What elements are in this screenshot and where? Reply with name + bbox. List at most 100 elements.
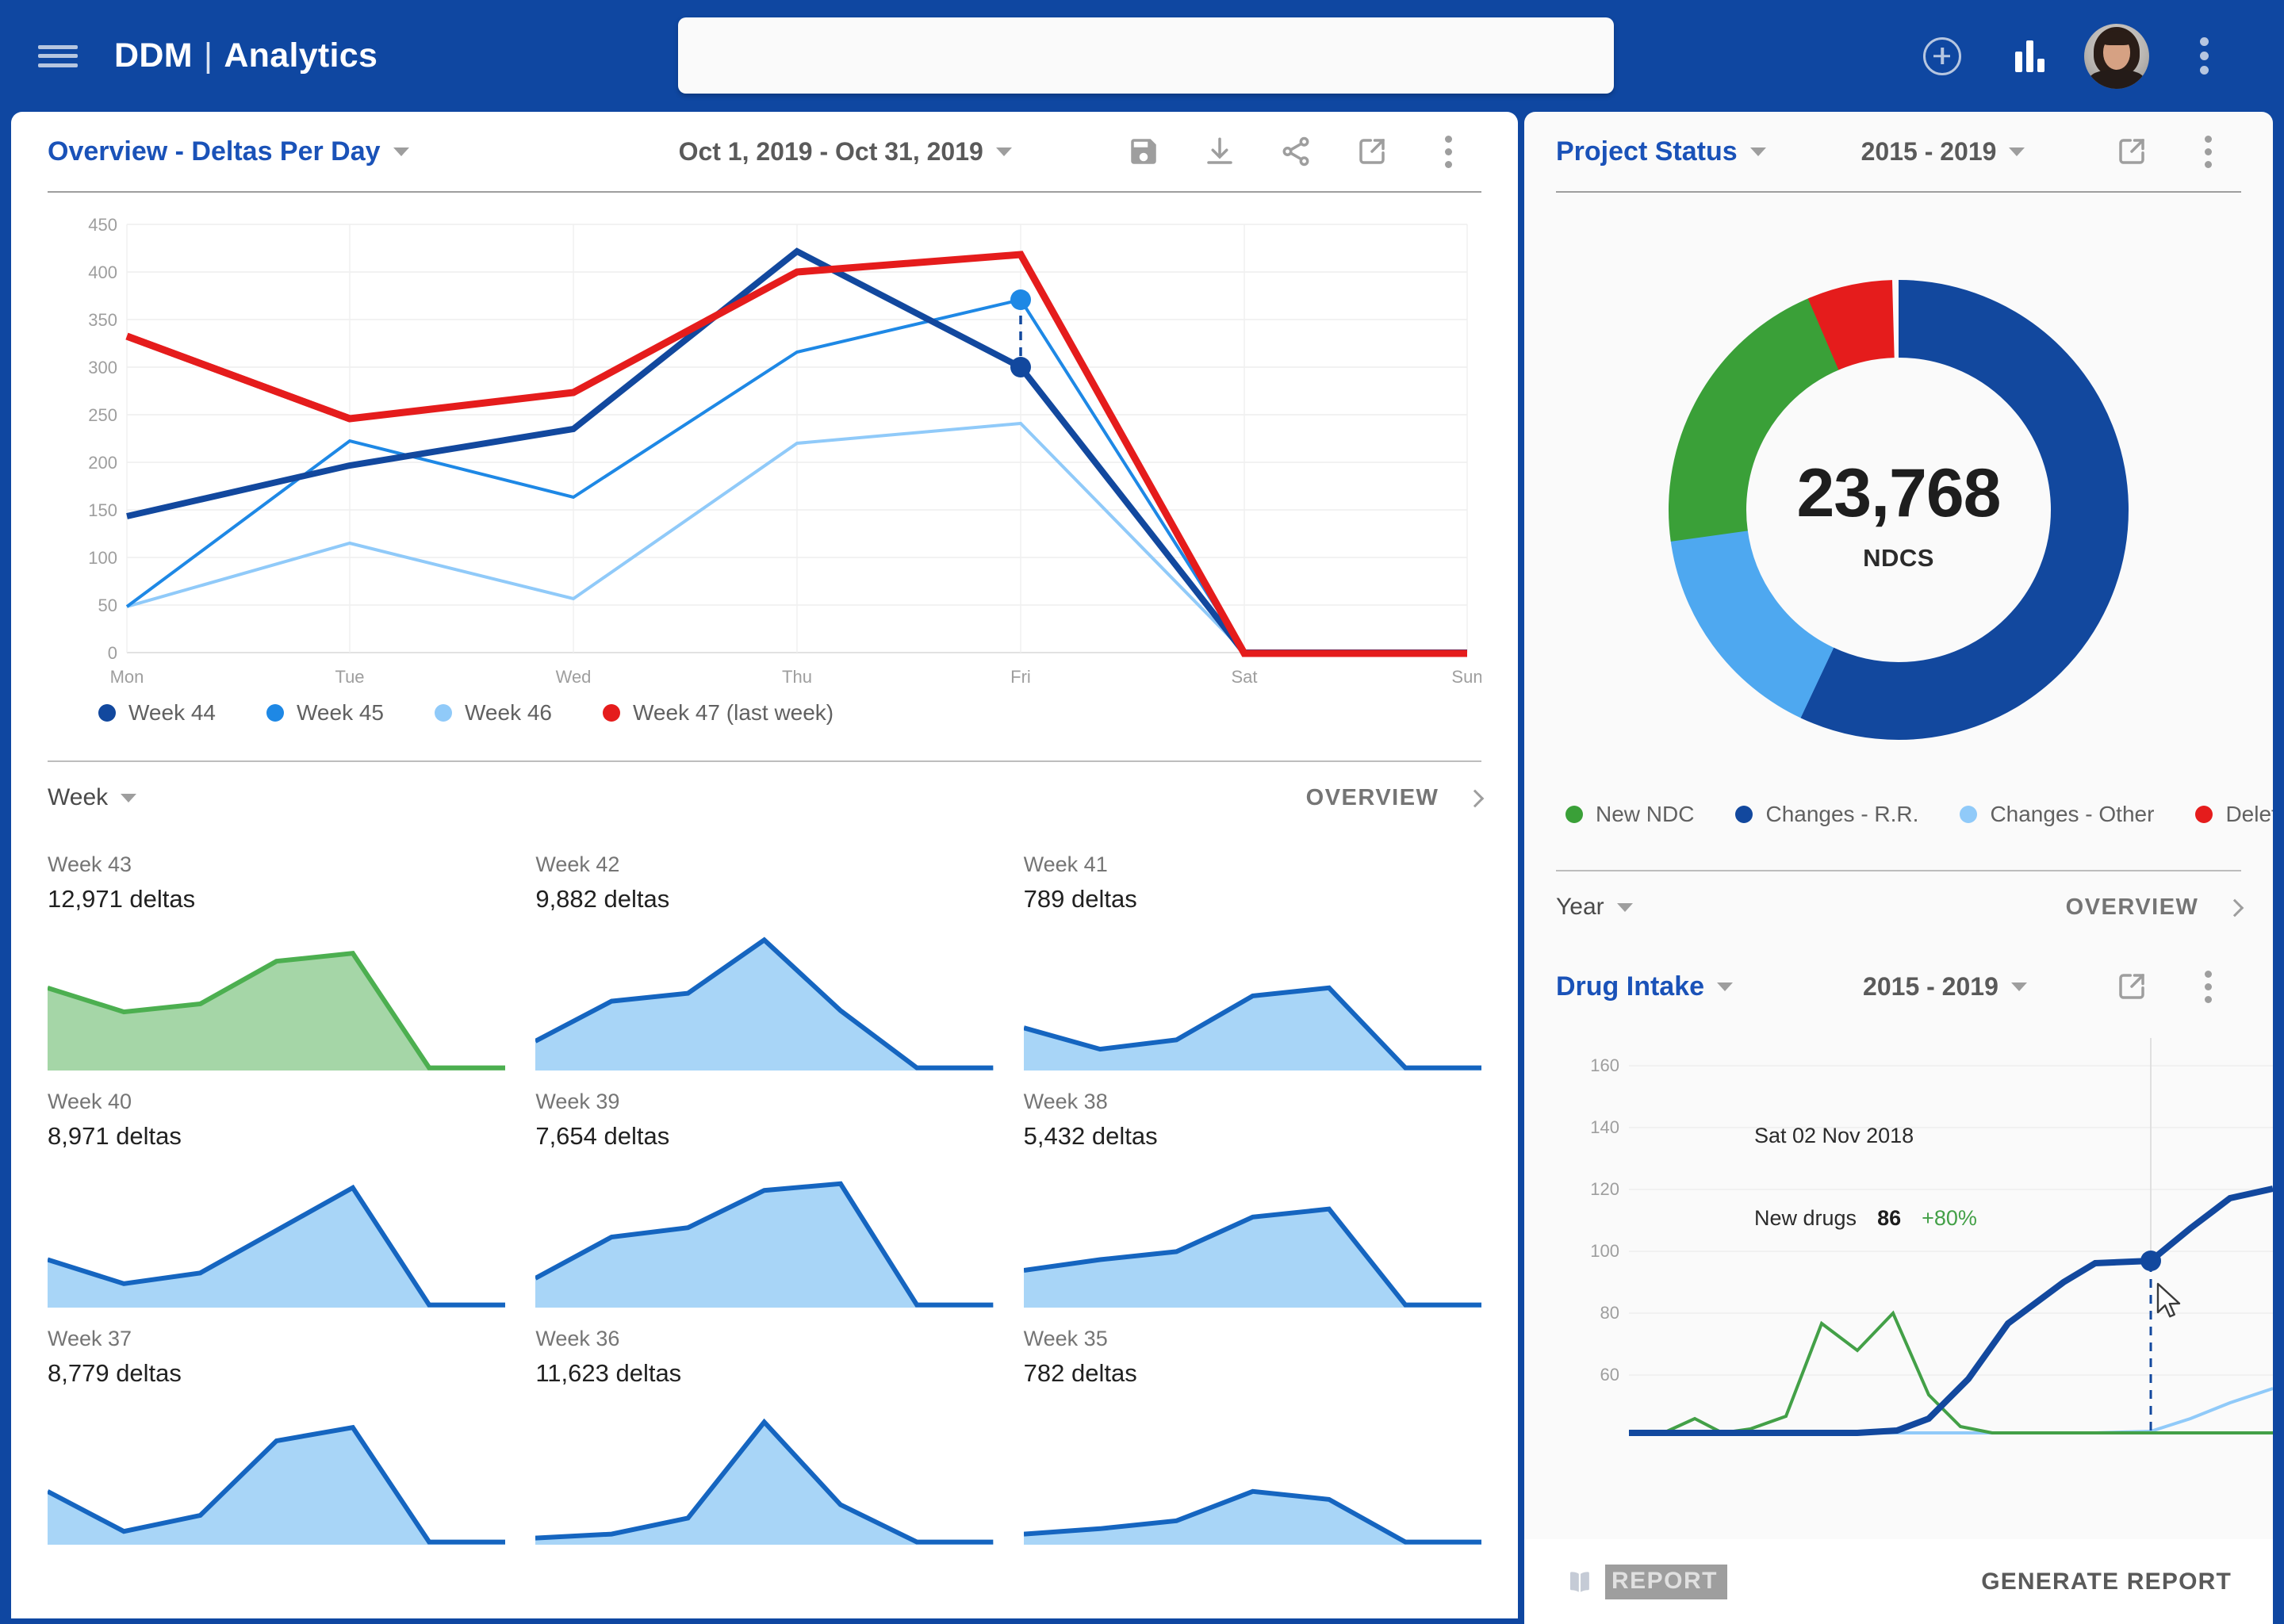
save-icon[interactable] bbox=[1106, 120, 1182, 183]
week-card[interactable]: Week 39 7,654 deltas bbox=[535, 1071, 994, 1308]
date-range-label[interactable]: Oct 1, 2019 - Oct 31, 2019 bbox=[679, 137, 983, 167]
legend-dot-icon bbox=[435, 704, 452, 722]
x-tick-fri: Fri bbox=[1010, 667, 1031, 687]
group-by-label[interactable]: Week bbox=[48, 784, 108, 811]
avatar-fringe bbox=[2100, 30, 2133, 45]
x-tick-tue: Tue bbox=[335, 667, 364, 687]
tooltip-date: Sat 02 Nov 2018 bbox=[1754, 1124, 1914, 1147]
week-card[interactable]: Week 36 11,623 deltas bbox=[535, 1308, 994, 1545]
chevron-down-icon[interactable] bbox=[1616, 902, 1633, 912]
week-card[interactable]: Week 42 9,882 deltas bbox=[535, 833, 994, 1071]
x-gridlines bbox=[126, 224, 1468, 653]
legend-item-week-44[interactable]: Week 44 bbox=[98, 700, 216, 726]
dot bbox=[2204, 970, 2212, 978]
week-card[interactable]: Week 38 5,432 deltas bbox=[1023, 1071, 1481, 1308]
overview-card-actions bbox=[1106, 120, 1486, 183]
legend-label: Week 45 bbox=[297, 700, 384, 725]
overview-label: OVERVIEW bbox=[2065, 894, 2199, 920]
more-vert-icon[interactable] bbox=[2170, 120, 2246, 183]
search-input[interactable] bbox=[678, 17, 1614, 94]
week-card-value: 11,623 deltas bbox=[535, 1359, 682, 1387]
week-card-label: Week 35 bbox=[1023, 1327, 1108, 1350]
week-card[interactable]: Week 40 8,971 deltas bbox=[48, 1071, 506, 1308]
week-sparkline bbox=[48, 929, 506, 1071]
week-card-value: 12,971 deltas bbox=[48, 885, 196, 913]
deltas-line-chart: 450 400 350 300 250 200 150 100 50 0 Mon… bbox=[11, 193, 1518, 762]
legend-dot-icon bbox=[98, 704, 116, 722]
legend-item-week-45[interactable]: Week 45 bbox=[266, 700, 384, 726]
drug-intake-chart-svg: 160 140 120 100 80 60 bbox=[1590, 1038, 2273, 1436]
more-vert-glyph bbox=[2204, 135, 2212, 168]
week-card[interactable]: Week 43 12,971 deltas bbox=[48, 833, 506, 1071]
data-point-week-45[interactable] bbox=[1010, 289, 1031, 310]
chevron-down-icon[interactable] bbox=[995, 147, 1012, 156]
bar bbox=[2014, 51, 2022, 72]
share-icon[interactable] bbox=[1258, 120, 1334, 183]
chevron-right-icon bbox=[1466, 789, 1485, 808]
more-vert-icon[interactable] bbox=[1410, 120, 1486, 183]
more-vert-icon[interactable] bbox=[2160, 0, 2248, 112]
legend-item-week-46[interactable]: Week 46 bbox=[435, 700, 552, 726]
week-card-label: Week 38 bbox=[1023, 1090, 1108, 1113]
y-tick-0: 0 bbox=[108, 643, 117, 663]
bar-chart-icon[interactable] bbox=[1986, 0, 2073, 112]
more-vert-icon[interactable] bbox=[2170, 955, 2246, 1018]
y-tick-450: 450 bbox=[88, 215, 117, 235]
year-overview-link[interactable]: OVERVIEW bbox=[2065, 894, 2244, 921]
project-status-year-range[interactable]: 2015 - 2019 bbox=[1861, 137, 1997, 167]
week-sparkline bbox=[535, 1404, 994, 1545]
dot bbox=[2204, 135, 2212, 143]
top-navigation-bar: DDM | Analytics bbox=[0, 0, 2284, 112]
y-tick-300: 300 bbox=[88, 358, 117, 377]
open-external-icon[interactable] bbox=[1334, 120, 1410, 183]
generate-report-button[interactable]: GENERATE REPORT bbox=[1981, 1568, 2232, 1595]
report-label[interactable]: REPORT bbox=[1605, 1564, 1728, 1599]
y-tick-140: 140 bbox=[1590, 1117, 1619, 1137]
group-by-label[interactable]: Year bbox=[1556, 894, 1604, 921]
chevron-right-icon bbox=[2225, 898, 2244, 917]
dot bbox=[1444, 160, 1452, 168]
sparkline-area bbox=[48, 1187, 506, 1308]
download-icon[interactable] bbox=[1182, 120, 1258, 183]
right-side-panel: Project Status 2015 - 2019 23,768 NDCS N… bbox=[1524, 112, 2273, 1539]
y-tick-160: 160 bbox=[1590, 1055, 1619, 1075]
drug-intake-header: Drug Intake 2015 - 2019 bbox=[1524, 943, 2273, 1030]
overview-panel: Overview - Deltas Per Day Oct 1, 2019 - … bbox=[11, 112, 1518, 1618]
overview-card-header: Overview - Deltas Per Day Oct 1, 2019 - … bbox=[11, 112, 1518, 191]
drug-intake-title[interactable]: Drug Intake bbox=[1556, 971, 1704, 1002]
project-status-title[interactable]: Project Status bbox=[1556, 136, 1738, 167]
data-point-week-44[interactable] bbox=[1010, 357, 1031, 377]
dot bbox=[2199, 66, 2209, 75]
x-axis: Mon Tue Wed Thu Fri Sat Sun bbox=[110, 667, 1481, 687]
week-card[interactable]: Week 41 789 deltas bbox=[1023, 833, 1481, 1071]
chevron-down-icon[interactable] bbox=[2010, 982, 2027, 991]
add-circle-icon[interactable] bbox=[1899, 0, 1986, 112]
week-overview-link[interactable]: OVERVIEW bbox=[1306, 785, 1485, 811]
legend-item-week-47[interactable]: Week 47 (last week) bbox=[603, 700, 834, 726]
week-card[interactable]: Week 35 782 deltas bbox=[1023, 1308, 1481, 1545]
data-point-new-drugs[interactable] bbox=[2140, 1251, 2161, 1271]
drug-intake-year-range[interactable]: 2015 - 2019 bbox=[1863, 972, 1998, 1002]
hamburger-menu-icon[interactable] bbox=[38, 40, 78, 72]
brand-subtitle: Analytics bbox=[224, 36, 378, 75]
open-external-icon[interactable] bbox=[2094, 120, 2170, 183]
y-tick-50: 50 bbox=[98, 596, 117, 615]
chevron-down-icon[interactable] bbox=[393, 147, 409, 156]
chevron-down-icon[interactable] bbox=[121, 793, 137, 802]
chevron-down-icon[interactable] bbox=[1749, 147, 1766, 156]
week-card-label: Week 40 bbox=[48, 1090, 132, 1113]
week-sparkline-grid: Week 43 12,971 deltas Week 42 9,882 deltas W… bbox=[11, 833, 1518, 1545]
week-card[interactable]: Week 37 8,779 deltas bbox=[48, 1308, 506, 1545]
open-external-icon[interactable] bbox=[2094, 955, 2170, 1018]
user-avatar[interactable] bbox=[2073, 0, 2160, 112]
week-section-header: Week OVERVIEW bbox=[11, 762, 1518, 833]
hamburger-line bbox=[38, 63, 78, 67]
overview-card-title[interactable]: Overview - Deltas Per Day bbox=[48, 136, 381, 167]
chevron-down-icon[interactable] bbox=[1717, 982, 1734, 991]
donut-chart-svg bbox=[1669, 279, 2129, 740]
week-card-label: Week 36 bbox=[535, 1327, 620, 1350]
sparkline-area bbox=[535, 1422, 994, 1545]
x-tick-sat: Sat bbox=[1231, 667, 1257, 687]
bar bbox=[2025, 40, 2033, 72]
chevron-down-icon[interactable] bbox=[2009, 147, 2025, 156]
